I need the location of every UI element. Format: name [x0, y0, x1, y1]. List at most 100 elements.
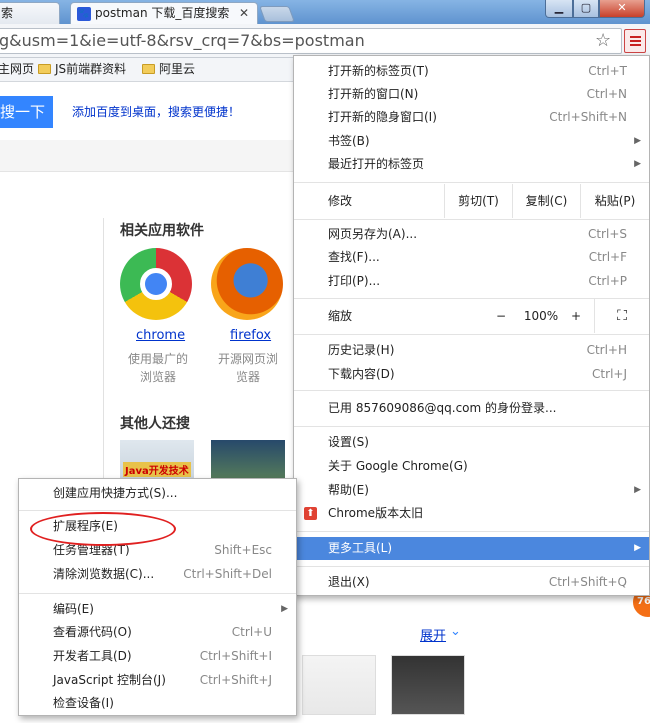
menu-label: 打开新的窗口(N): [328, 87, 419, 101]
submenu-item-clear-data[interactable]: 清除浏览数据(C)... Ctrl+Shift+Del: [19, 563, 296, 586]
menu-item-downloads[interactable]: 下载内容(D) Ctrl+J: [294, 363, 649, 386]
desc-line: 览器: [235, 370, 260, 384]
submenu-arrow-icon: ▶: [634, 485, 641, 495]
menu-shortcut: Ctrl+H: [586, 343, 627, 357]
menu-shortcut: Ctrl+Shift+Q: [548, 575, 627, 589]
menu-shortcut: Ctrl+P: [588, 274, 627, 288]
window-close-button[interactable]: ✕: [599, 0, 645, 18]
window-minimize-button[interactable]: ▁: [545, 0, 573, 18]
tab-active[interactable]: 🐾 postman 下载_百度搜索 ✕: [70, 2, 258, 24]
menu-separator: [294, 531, 649, 532]
menu-label: Chrome版本太旧: [328, 506, 424, 520]
search-button[interactable]: 搜一下: [0, 96, 53, 128]
submenu-item-js-console[interactable]: JavaScript 控制台(J) Ctrl+Shift+J: [19, 669, 296, 692]
expand-link[interactable]: 展开: [420, 625, 446, 644]
hamburger-icon-line: [630, 44, 641, 46]
submenu-item-encoding[interactable]: 编码(E) ▶: [19, 598, 296, 621]
menu-shortcut: Ctrl+Shift+I: [199, 649, 272, 663]
menu-item-new-window[interactable]: 打开新的窗口(N) Ctrl+N: [294, 83, 649, 106]
menu-label: 创建应用快捷方式(S)...: [53, 486, 178, 500]
screenshot-thumbnail[interactable]: [302, 655, 376, 715]
menu-label: 更多工具(L): [328, 541, 393, 555]
related-apps-title: 相关应用软件: [120, 223, 204, 239]
desc-line: 浏览器: [139, 370, 176, 384]
menu-item-about[interactable]: 关于 Google Chrome(G): [294, 455, 649, 478]
edit-row: 修改 剪切(T) 复制(C) 粘贴(P): [294, 184, 649, 218]
menu-item-new-tab[interactable]: 打开新的标签页(T) Ctrl+T: [294, 60, 649, 83]
result-tabs-band: [0, 140, 300, 172]
menu-separator: [19, 510, 296, 511]
bookmark-label: 主网页: [0, 62, 35, 76]
submenu-item-create-shortcut[interactable]: 创建应用快捷方式(S)...: [19, 482, 296, 505]
chevron-down-icon[interactable]: ⌄: [450, 624, 461, 639]
menu-item-settings[interactable]: 设置(S): [294, 431, 649, 454]
baidu-paw-icon: 🐾: [77, 6, 91, 21]
zoom-out-button[interactable]: −: [484, 299, 518, 333]
menu-label: 清除浏览数据(C)...: [53, 567, 155, 581]
new-tab-button[interactable]: [259, 6, 295, 22]
menu-shortcut: Ctrl+T: [588, 64, 627, 78]
zoom-in-button[interactable]: +: [564, 299, 588, 333]
image-thumbnail[interactable]: [211, 440, 285, 480]
menu-item-signed-in[interactable]: 已用 857609086@qq.com 的身份登录...: [294, 397, 649, 420]
menu-label: 历史记录(H): [328, 343, 395, 357]
menu-separator: [294, 390, 649, 391]
update-arrow-icon: ⬆: [304, 507, 317, 520]
menu-item-bookmarks[interactable]: 书签(B) ▶: [294, 130, 649, 153]
bookmark-star-icon[interactable]: ☆: [595, 30, 611, 51]
menu-item-save-as[interactable]: 网页另存为(A)... Ctrl+S: [294, 223, 649, 246]
tab-close-icon[interactable]: ✕: [239, 3, 249, 23]
menu-label: 退出(X): [328, 575, 370, 589]
menu-item-recent-tabs[interactable]: 最近打开的标签页 ▶: [294, 153, 649, 176]
menu-item-help[interactable]: 帮助(E) ▶: [294, 479, 649, 502]
fullscreen-icon[interactable]: ⛶: [594, 299, 649, 333]
menu-label: 检查设备(I): [53, 696, 114, 710]
menu-item-incognito[interactable]: 打开新的隐身窗口(I) Ctrl+Shift+N: [294, 106, 649, 129]
bookmark-label: JS前端群资料: [55, 62, 127, 76]
menu-label: 帮助(E): [328, 483, 369, 497]
menu-label: 开发者工具(D): [53, 649, 132, 663]
tab-previous[interactable]: 索: [0, 2, 60, 24]
menu-label: 书签(B): [328, 134, 370, 148]
menu-label: 打印(P)...: [328, 274, 381, 288]
chrome-description: 使用最广的 浏览器: [122, 350, 194, 386]
bookmark-folder[interactable]: 阿里云: [142, 58, 195, 80]
menu-shortcut: Shift+Esc: [214, 543, 272, 557]
others-searched-title: 其他人还搜: [120, 416, 190, 432]
chrome-menu-button[interactable]: [624, 29, 646, 53]
menu-shortcut: Ctrl+S: [587, 227, 627, 241]
chrome-logo-icon[interactable]: [120, 248, 192, 320]
menu-label: 编码(E): [53, 602, 94, 616]
screenshot-thumbnail[interactable]: [391, 655, 465, 715]
menu-shortcut: Ctrl+U: [231, 625, 272, 639]
book-thumbnail[interactable]: Java开发技术: [120, 440, 194, 480]
menu-item-exit[interactable]: 退出(X) Ctrl+Shift+Q: [294, 571, 649, 594]
bookmark-item[interactable]: 主网页: [0, 58, 34, 80]
bookmark-folder[interactable]: JS前端群资料: [38, 58, 126, 80]
add-to-desktop-link[interactable]: 添加百度到桌面，搜索更便捷！: [72, 103, 240, 120]
paste-button[interactable]: 粘贴(P): [580, 184, 649, 218]
menu-separator: [294, 182, 649, 183]
menu-separator: [294, 426, 649, 427]
firefox-logo-icon[interactable]: [211, 248, 283, 320]
submenu-item-inspect-devices[interactable]: 检查设备(I): [19, 692, 296, 715]
submenu-item-devtools[interactable]: 开发者工具(D) Ctrl+Shift+I: [19, 645, 296, 668]
menu-label: 已用 857609086@qq.com 的身份登录...: [328, 401, 557, 415]
cut-button[interactable]: 剪切(T): [444, 184, 512, 218]
menu-item-history[interactable]: 历史记录(H) Ctrl+H: [294, 339, 649, 362]
menu-item-update[interactable]: ⬆ Chrome版本太旧: [294, 502, 649, 525]
menu-item-print[interactable]: 打印(P)... Ctrl+P: [294, 270, 649, 293]
divider: [103, 218, 104, 488]
menu-label: 查看源代码(O): [53, 625, 132, 639]
address-bar[interactable]: g&usm=1&ie=utf-8&rsv_crq=7&bs=postman: [0, 28, 622, 54]
menu-label: 网页另存为(A)...: [328, 227, 418, 241]
submenu-item-view-source[interactable]: 查看源代码(O) Ctrl+U: [19, 621, 296, 644]
copy-button[interactable]: 复制(C): [512, 184, 580, 218]
zoom-row: 缩放 − 100% + ⛶: [294, 299, 649, 333]
window-maximize-button[interactable]: ▢: [573, 0, 599, 18]
menu-item-more-tools[interactable]: 更多工具(L) ▶: [294, 537, 649, 560]
menu-item-find[interactable]: 查找(F)... Ctrl+F: [294, 246, 649, 269]
chrome-link[interactable]: chrome: [136, 328, 185, 343]
chrome-menu: 打开新的标签页(T) Ctrl+T 打开新的窗口(N) Ctrl+N 打开新的隐身窗…: [293, 55, 650, 596]
firefox-link[interactable]: firefox: [230, 328, 271, 343]
